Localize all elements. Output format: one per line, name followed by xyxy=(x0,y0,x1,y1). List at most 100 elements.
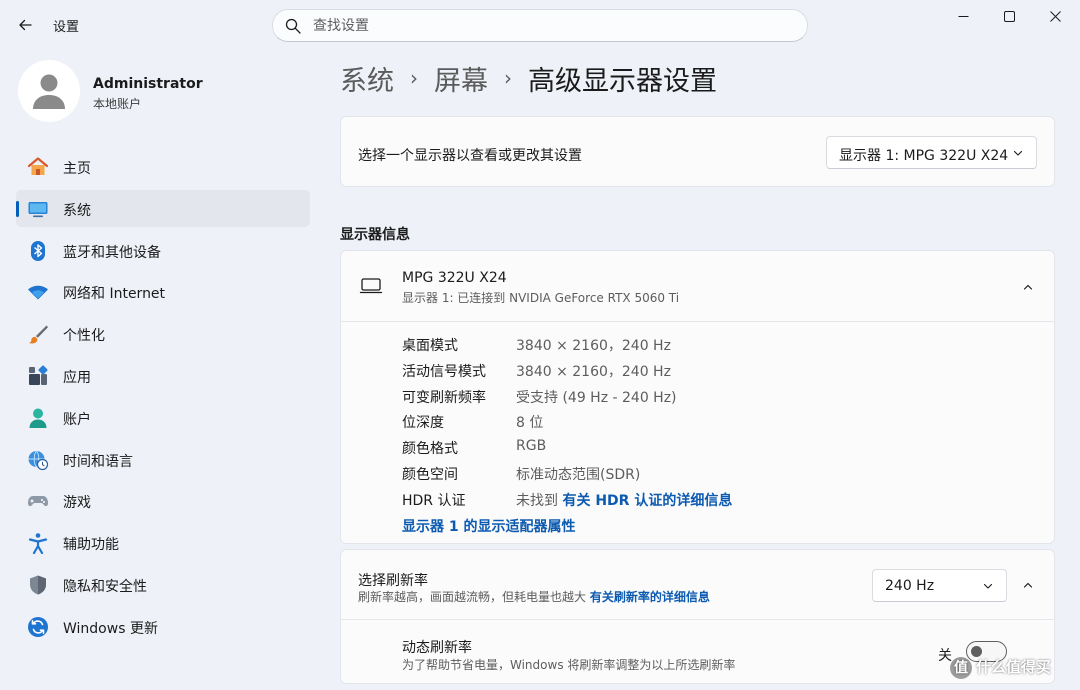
info-key: 桌面模式 xyxy=(402,338,458,354)
brush-icon xyxy=(27,323,49,345)
home-icon xyxy=(27,156,49,178)
sidebar-item-label: 主页 xyxy=(63,161,91,177)
section-title-display-info: 显示器信息 xyxy=(340,227,410,243)
breadcrumb-item-system[interactable]: 系统 xyxy=(340,59,394,98)
refresh-rate-description: 刷新率越高，画面越流畅，但耗电量也越大 有关刷新率的详细信息 xyxy=(358,588,710,605)
monitor-dropdown[interactable]: 显示器 1: MPG 322U X24 xyxy=(826,136,1037,169)
breadcrumb: 系统 › 屏幕 › 高级显示器设置 xyxy=(340,58,717,98)
monitor-select-card: 选择一个显示器以查看或更改其设置 显示器 1: MPG 322U X24 xyxy=(340,116,1055,187)
breadcrumb-chevron-icon: › xyxy=(410,66,418,90)
sidebar-item-windows-update[interactable]: Windows 更新 xyxy=(16,608,310,645)
maximize-icon xyxy=(1003,10,1015,22)
refresh-rate-card: 选择刷新率 刷新率越高，画面越流畅，但耗电量也越大 有关刷新率的详细信息 240… xyxy=(340,549,1055,684)
page-title: 高级显示器设置 xyxy=(528,65,717,97)
info-value: 8 位 xyxy=(516,415,544,432)
refresh-rate-description-text: 刷新率越高，画面越流畅，但耗电量也越大 xyxy=(358,590,587,604)
back-arrow-icon xyxy=(19,19,32,31)
info-value: RGB xyxy=(516,438,547,455)
sidebar-item-label: 应用 xyxy=(63,369,91,386)
dynamic-refresh-title: 动态刷新率 xyxy=(402,640,472,656)
update-icon xyxy=(27,616,49,638)
system-icon xyxy=(27,198,49,220)
info-value: 3840 × 2160，240 Hz xyxy=(516,363,671,380)
display-info-header[interactable]: MPG 322U X24 显示器 1: 已连接到 NVIDIA GeForce … xyxy=(341,251,1054,322)
search-box[interactable] xyxy=(272,9,808,42)
info-value: 3840 × 2160，240 Hz xyxy=(516,338,671,354)
sidebar-item-accessibility[interactable]: 辅助功能 xyxy=(16,524,310,561)
refresh-rate-collapse-button[interactable] xyxy=(1012,569,1044,601)
title-bar: 设置 xyxy=(0,0,1080,48)
shield-icon xyxy=(27,574,49,596)
refresh-rate-dropdown-value: 240 Hz xyxy=(885,578,935,594)
monitor-dropdown-value: 显示器 1: MPG 322U X24 xyxy=(839,148,1009,164)
close-button[interactable] xyxy=(1032,0,1078,32)
sidebar-item-system[interactable]: 系统 xyxy=(16,189,310,227)
accessibility-icon xyxy=(27,532,49,555)
sidebar-item-label: 个性化 xyxy=(63,328,105,345)
bluetooth-icon xyxy=(27,240,49,262)
watermark-text: 什么值得买 xyxy=(976,658,1052,676)
account-icon xyxy=(27,407,49,429)
back-button[interactable] xyxy=(12,12,38,38)
monitor-select-label: 选择一个显示器以查看或更改其设置 xyxy=(358,148,582,164)
hdr-status: 未找到 xyxy=(516,492,558,509)
minimize-button[interactable] xyxy=(940,0,986,32)
sidebar-item-label: 系统 xyxy=(63,202,91,219)
avatar xyxy=(18,60,80,122)
sidebar-item-accounts[interactable]: 账户 xyxy=(16,399,310,436)
minimize-icon xyxy=(958,15,968,17)
apps-icon xyxy=(27,365,49,387)
monitor-name: MPG 322U X24 xyxy=(402,270,507,286)
sidebar-item-label: 隐私和安全性 xyxy=(63,578,147,595)
sidebar-item-label: 账户 xyxy=(63,411,91,428)
sidebar-item-network[interactable]: 网络和 Internet xyxy=(16,273,310,310)
refresh-rate-dropdown[interactable]: 240 Hz xyxy=(872,569,1007,602)
sidebar-item-label: 蓝牙和其他设备 xyxy=(63,244,161,261)
sidebar-item-label: 游戏 xyxy=(63,495,91,512)
chevron-up-icon xyxy=(1023,582,1033,588)
watermark: 值什么值得买 xyxy=(950,656,1051,679)
info-value: 受支持 (49 Hz - 240 Hz) xyxy=(516,389,677,406)
search-input[interactable] xyxy=(313,16,793,36)
profile-account-type: 本地账户 xyxy=(93,97,142,111)
info-key: 可变刷新频率 xyxy=(402,389,486,406)
sidebar-item-label: 网络和 Internet xyxy=(63,286,166,303)
search-icon xyxy=(285,18,301,34)
profile-name: Administrator xyxy=(93,76,203,92)
info-value: 未找到 有关 HDR 认证的详细信息 xyxy=(516,490,732,510)
globe-clock-icon xyxy=(27,449,49,471)
sidebar-item-apps[interactable]: 应用 xyxy=(16,357,310,394)
sidebar-item-label: 时间和语言 xyxy=(63,453,133,470)
sidebar-item-label: Windows 更新 xyxy=(63,620,158,637)
display-info-card: MPG 322U X24 显示器 1: 已连接到 NVIDIA GeForce … xyxy=(340,250,1055,544)
breadcrumb-chevron-icon: › xyxy=(504,66,512,90)
hdr-info-link[interactable]: 有关 HDR 认证的详细信息 xyxy=(562,493,732,509)
monitor-connection: 显示器 1: 已连接到 NVIDIA GeForce RTX 5060 Ti xyxy=(402,291,680,305)
refresh-rate-header: 选择刷新率 刷新率越高，画面越流畅，但耗电量也越大 有关刷新率的详细信息 240… xyxy=(341,550,1054,620)
display-info-collapse-button[interactable] xyxy=(1012,271,1044,303)
refresh-rate-title: 选择刷新率 xyxy=(358,573,428,589)
dynamic-refresh-description: 为了帮助节省电量，Windows 将刷新率调整为以上所选刷新率 xyxy=(402,658,736,672)
refresh-rate-info-link[interactable]: 有关刷新率的详细信息 xyxy=(590,590,710,604)
info-key: 活动信号模式 xyxy=(402,363,486,380)
sidebar-nav: 主页 系统 蓝牙和其他设备 网络和 Internet 个性化 应用 账户 时间和… xyxy=(16,148,310,650)
wifi-icon xyxy=(27,281,49,303)
info-value: 标准动态范围(SDR) xyxy=(516,466,641,483)
adapter-properties-link[interactable]: 显示器 1 的显示适配器属性 xyxy=(402,516,576,536)
info-key: 颜色格式 xyxy=(402,441,458,458)
sidebar-item-gaming[interactable]: 游戏 xyxy=(16,482,310,519)
breadcrumb-item-display[interactable]: 屏幕 xyxy=(434,59,488,98)
info-key: 颜色空间 xyxy=(402,466,458,483)
sidebar-item-privacy[interactable]: 隐私和安全性 xyxy=(16,566,310,603)
sidebar-item-bluetooth[interactable]: 蓝牙和其他设备 xyxy=(16,232,310,269)
sidebar-item-time-language[interactable]: 时间和语言 xyxy=(16,441,310,478)
sidebar-item-personalization[interactable]: 个性化 xyxy=(16,315,310,352)
sidebar-item-home[interactable]: 主页 xyxy=(16,148,310,185)
watermark-logo-icon: 值 xyxy=(950,656,972,679)
app-title: 设置 xyxy=(53,20,80,35)
maximize-button[interactable] xyxy=(986,0,1032,32)
monitor-icon xyxy=(359,278,383,294)
info-key: HDR 认证 xyxy=(402,492,466,509)
sidebar-item-label: 辅助功能 xyxy=(63,537,119,554)
user-avatar-icon xyxy=(33,74,65,109)
